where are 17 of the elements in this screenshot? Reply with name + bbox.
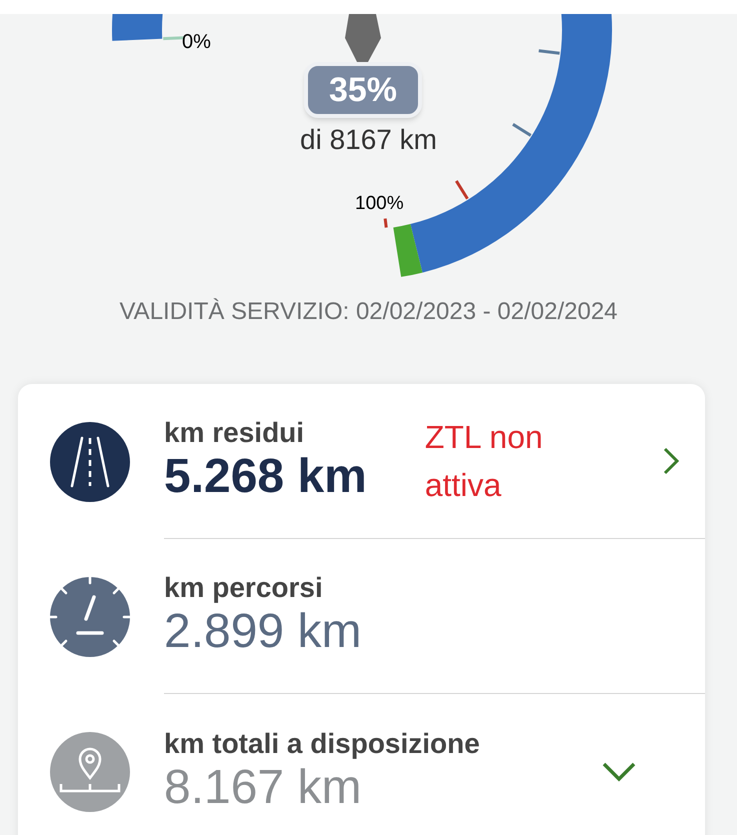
- service-validity-text: VALIDITÀ SERVIZIO: 02/02/2023 - 02/02/2024: [118, 297, 619, 327]
- chevron-right-icon[interactable]: [661, 446, 681, 476]
- km-value: 2.899 km: [164, 604, 362, 660]
- km-label: km percorsi: [164, 572, 324, 604]
- ztl-status-text: ZTL non attiva: [424, 418, 544, 505]
- road-icon: [50, 422, 130, 502]
- chevron-down-icon[interactable]: [601, 760, 637, 782]
- km-value: 8.167 km: [164, 760, 362, 816]
- gauge-end-label: 100%: [355, 192, 404, 216]
- location-pin-icon: [50, 732, 130, 812]
- km-label: km totali a disposizione: [164, 728, 480, 760]
- gauge-total-label: di 8167 km: [299, 123, 438, 157]
- km-value: 5.268 km: [164, 449, 367, 505]
- speedometer-icon: [50, 576, 130, 656]
- percent-badge: 35%: [304, 62, 422, 118]
- gauge-start-label: 0%: [182, 30, 211, 54]
- km-label: km residui: [164, 417, 306, 449]
